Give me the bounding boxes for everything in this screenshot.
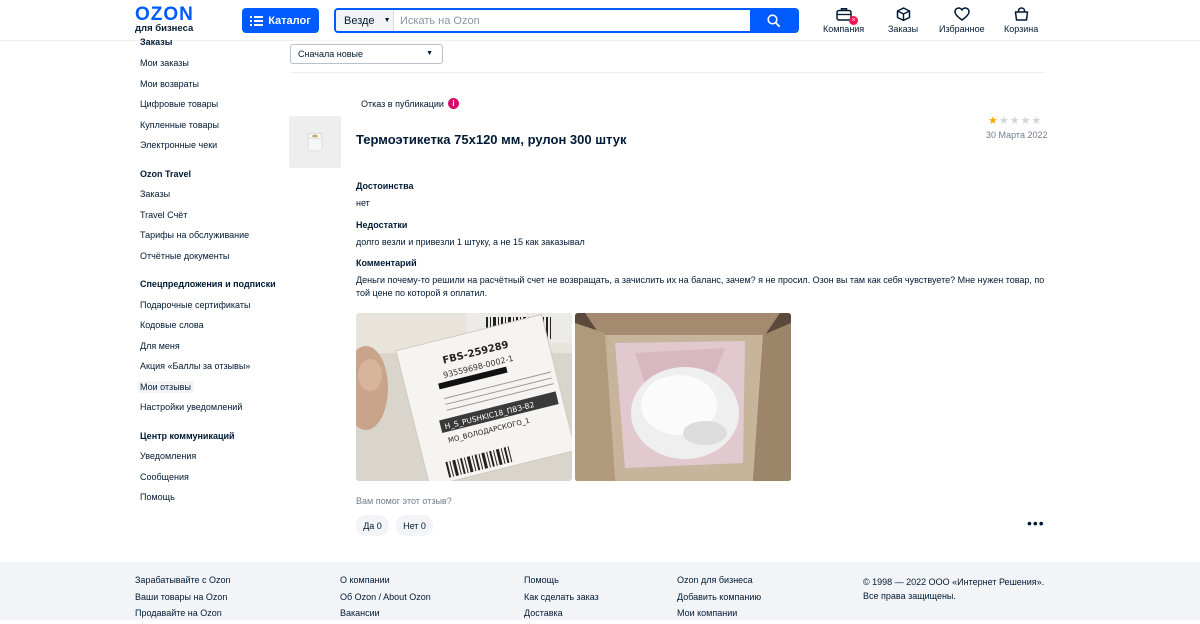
search-bar: Везде ▼ xyxy=(334,8,799,33)
star-empty-icon: ★ xyxy=(1009,115,1020,127)
sidebar-heading-ozon-travel: Ozon Travel xyxy=(140,169,192,179)
sidebar-item-my-orders[interactable]: Мои заказы xyxy=(140,58,189,68)
footer-link[interactable]: Продавайте на Ozon xyxy=(135,608,231,618)
star-empty-icon: ★ xyxy=(1020,115,1031,127)
review-photo-box[interactable] xyxy=(575,313,791,481)
cons-label: Недостатки xyxy=(356,220,408,230)
copyright-line: © 1998 — 2022 ООО «Интернет Решения». xyxy=(863,577,1045,587)
search-scope-value: Везде xyxy=(344,14,375,27)
vote-no-button[interactable]: Нет 0 xyxy=(396,515,433,536)
sidebar-heading-orders: Заказы xyxy=(140,37,173,47)
footer-heading: Зарабатывайте с Ozon xyxy=(135,575,231,585)
review-date: 30 Марта 2022 xyxy=(986,130,1048,140)
review-status: Отказ в публикации i xyxy=(361,98,459,109)
review-status-label: Отказ в публикации xyxy=(361,98,444,109)
vote-yes-button[interactable]: Да 0 xyxy=(356,515,389,536)
heart-icon xyxy=(954,7,970,21)
sidebar-item-reporting-docs[interactable]: Отчётные документы xyxy=(140,251,229,261)
search-input[interactable] xyxy=(394,10,750,31)
sidebar-item-my-returns[interactable]: Мои возвраты xyxy=(140,79,199,89)
comment-text: Деньги почему-то решили на расчётный сче… xyxy=(356,275,1045,298)
sidebar-item-gift-cards[interactable]: Подарочные сертификаты xyxy=(140,300,250,310)
helpful-question: Вам помог этот отзыв? xyxy=(356,496,452,506)
sidebar-item-notifications[interactable]: Уведомления xyxy=(140,451,196,461)
sidebar-item-review-points[interactable]: Акция «Баллы за отзывы» xyxy=(140,361,250,371)
footer-heading: Помощь xyxy=(524,575,559,585)
footer-col-help: Помощь Как сделать заказ Доставка xyxy=(524,575,599,624)
pros-label: Достоинства xyxy=(356,181,414,191)
search-button[interactable] xyxy=(750,10,797,31)
footer-col-business: Ozon для бизнеса Добавить компанию Мои к… xyxy=(677,575,761,624)
nav-cart-label: Корзина xyxy=(1004,24,1039,34)
catalog-label: Каталог xyxy=(268,14,311,27)
star-filled-icon: ★ xyxy=(988,115,998,127)
sidebar-item-notification-settings[interactable]: Настройки уведомлений xyxy=(140,402,242,412)
footer-col-earn: Зарабатывайте с Ozon Ваши товары на Ozon… xyxy=(135,575,231,624)
nav-cart[interactable]: Корзина xyxy=(1004,7,1038,34)
sidebar-item-code-words[interactable]: Кодовые слова xyxy=(140,320,204,330)
nav-favorites[interactable]: Избранное xyxy=(939,7,985,34)
footer-link[interactable]: Мои компании xyxy=(677,608,761,618)
sort-select-value: Сначала новые xyxy=(298,49,363,59)
more-options-icon[interactable]: ••• xyxy=(1027,516,1045,530)
nav-company-label: Компания xyxy=(823,24,865,34)
dropdown-arrow-icon: ▼ xyxy=(383,17,391,24)
nav-orders[interactable]: Заказы xyxy=(888,7,918,34)
divider xyxy=(290,72,1045,73)
cons-text: долго везли и привезли 1 штуку, а не 15 … xyxy=(356,237,585,247)
label-roll-image xyxy=(307,132,323,152)
menu-icon xyxy=(250,15,264,26)
box-icon xyxy=(896,7,910,21)
sidebar-item-digital-goods[interactable]: Цифровые товары xyxy=(140,99,218,109)
comment-label: Комментарий xyxy=(356,258,417,268)
dropdown-arrow-icon: ▼ xyxy=(426,50,433,57)
footer-link[interactable]: Ваши товары на Ozon xyxy=(135,592,231,602)
footer-link[interactable]: Добавить компанию xyxy=(677,592,761,602)
sidebar-item-for-me[interactable]: Для меня xyxy=(140,341,180,351)
logo-text: OZON xyxy=(135,4,194,25)
top-header: OZON для бизнеса Каталог Везде ▼ × xyxy=(0,0,1200,41)
footer-link[interactable]: Как сделать заказ xyxy=(524,592,599,602)
footer: Зарабатывайте с Ozon Ваши товары на Ozon… xyxy=(0,562,1200,620)
rating-stars: ★ ★ ★ ★ ★ xyxy=(988,115,1041,127)
sidebar-item-service-tariffs[interactable]: Тарифы на обслуживание xyxy=(140,230,249,240)
footer-col-company: О компании Об Ozon / About Ozon Вакансии xyxy=(340,575,431,624)
product-title[interactable]: Термоэтикетка 75х120 мм, рулон 300 штук xyxy=(356,132,627,147)
product-thumbnail[interactable] xyxy=(289,116,341,168)
catalog-button[interactable]: Каталог xyxy=(242,8,319,33)
footer-link[interactable]: Об Ozon / About Ozon xyxy=(340,592,431,602)
sidebar-item-travel-account[interactable]: Travel Счёт xyxy=(140,210,187,220)
nav-orders-label: Заказы xyxy=(888,24,919,34)
sidebar-heading-communications: Центр коммуникаций xyxy=(140,431,235,441)
star-empty-icon: ★ xyxy=(998,115,1009,127)
sidebar-item-help[interactable]: Помощь xyxy=(140,492,175,502)
footer-link[interactable]: Вакансии xyxy=(340,608,431,618)
search-scope-select[interactable]: Везде ▼ xyxy=(336,10,394,31)
footer-link[interactable]: Доставка xyxy=(524,608,599,618)
star-empty-icon: ★ xyxy=(1031,115,1042,127)
logo-subtext: для бизнеса xyxy=(135,23,194,34)
open-box-photo xyxy=(575,313,791,481)
copyright-line: Все права защищены. xyxy=(863,591,956,601)
sidebar-item-e-receipts[interactable]: Электронные чеки xyxy=(140,140,217,150)
footer-copyright: © 1998 — 2022 ООО «Интернет Решения». Вс… xyxy=(863,575,1044,603)
review-photo-label[interactable]: FBS-259289 93559698-0002-1 H_S_PUSHKIC18… xyxy=(356,313,572,481)
shipping-label-photo: FBS-259289 93559698-0002-1 H_S_PUSHKIC18… xyxy=(356,313,572,481)
info-icon[interactable]: i xyxy=(447,98,459,109)
footer-heading: Ozon для бизнеса xyxy=(677,575,753,585)
sidebar-item-travel-orders[interactable]: Заказы xyxy=(140,189,170,199)
sidebar-item-purchased-goods[interactable]: Купленные товары xyxy=(140,120,219,130)
sidebar-item-my-reviews[interactable]: Мои отзывы xyxy=(137,381,194,393)
sidebar-item-messages[interactable]: Сообщения xyxy=(140,472,189,482)
nav-favorites-label: Избранное xyxy=(939,24,985,34)
ozon-business-logo[interactable]: OZON для бизнеса xyxy=(135,4,205,34)
pros-text: нет xyxy=(356,198,370,208)
nav-company[interactable]: × Компания xyxy=(823,7,864,34)
search-icon xyxy=(767,14,780,27)
bag-icon xyxy=(1014,7,1028,21)
sidebar-heading-offers: Спецпредложения и подписки xyxy=(140,279,276,289)
footer-heading: О компании xyxy=(340,575,390,585)
sort-select[interactable]: Сначала новые ▼ xyxy=(290,44,443,64)
